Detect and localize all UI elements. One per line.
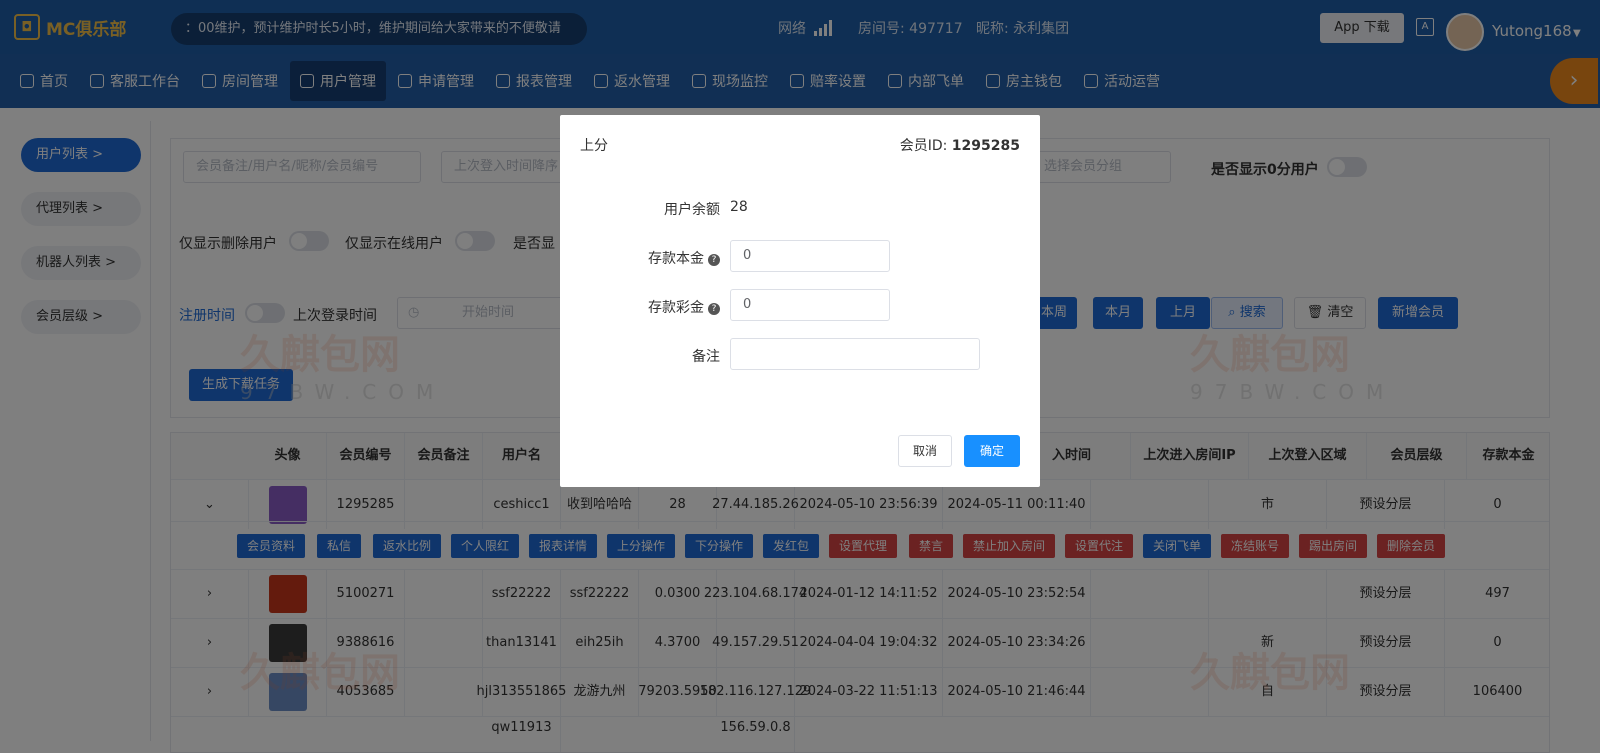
help-icon: ? — [708, 254, 720, 266]
bonus-input[interactable]: 0 — [730, 289, 890, 321]
help-icon: ? — [708, 303, 720, 315]
confirm-button[interactable]: 确定 — [964, 435, 1020, 467]
dialog-title: 上分 — [580, 138, 608, 154]
balance-value: 28 — [730, 199, 748, 215]
cancel-button[interactable]: 取消 — [898, 435, 952, 467]
member-id: 会员ID: 1295285 — [899, 138, 1020, 154]
deposit-label: 存款本金? — [560, 248, 720, 268]
note-input[interactable] — [730, 338, 980, 370]
note-label: 备注 — [692, 349, 720, 365]
top-up-dialog: 上分 会员ID: 1295285 用户余额 28 存款本金? 0 存款彩金? 0… — [560, 115, 1040, 487]
deposit-input[interactable]: 0 — [730, 240, 890, 272]
balance-label: 用户余额 — [664, 202, 720, 218]
bonus-label: 存款彩金? — [560, 297, 720, 317]
